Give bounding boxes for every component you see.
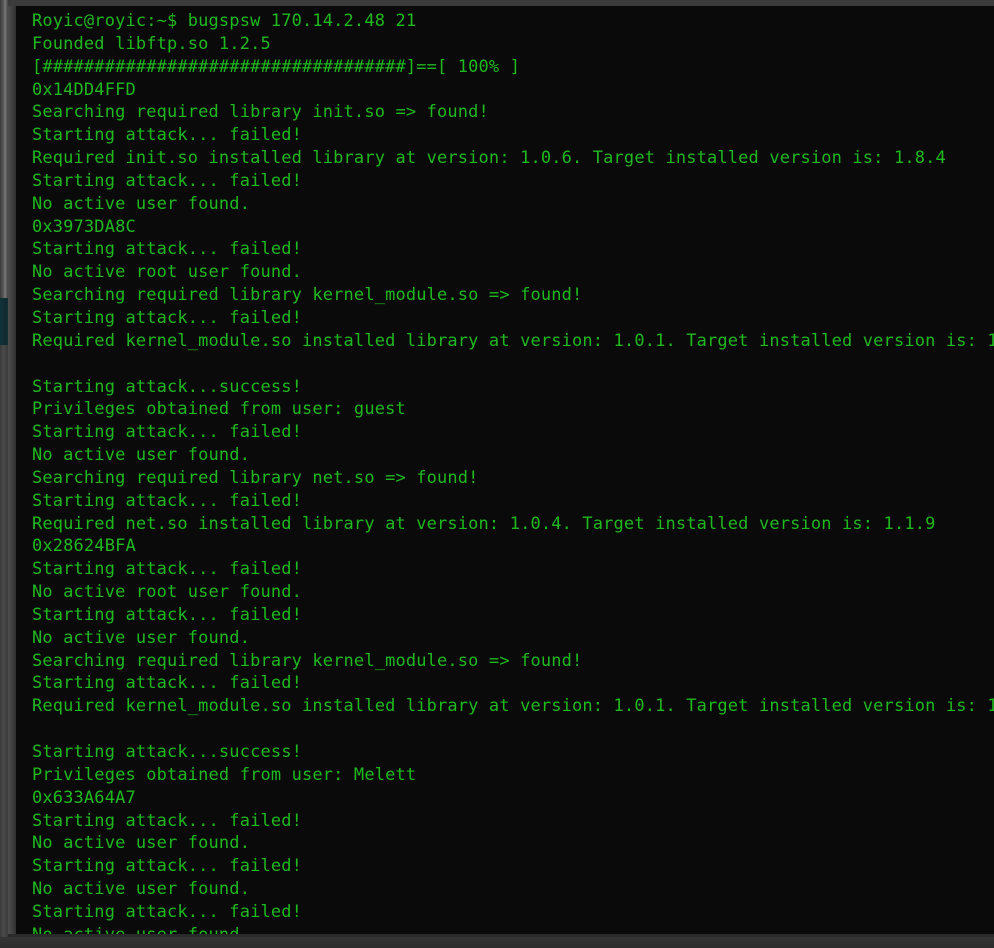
- terminal-line: No active user found.: [32, 193, 251, 214]
- terminal-line: Starting attack...success!: [32, 376, 303, 397]
- terminal-line: Searching required library kernel_module…: [32, 285, 583, 306]
- terminal-line: No active user found.: [32, 833, 251, 854]
- terminal-window[interactable]: Royic@royic:~$ bugspsw 170.14.2.48 21 Fou…: [8, 0, 994, 936]
- terminal-line: No active root user found.: [32, 262, 303, 283]
- desktop-background: Royic@royic:~$ bugspsw 170.14.2.48 21 Fou…: [0, 0, 994, 948]
- terminal-line: No active user found.: [32, 879, 251, 900]
- terminal-line: Privileges obtained from user: guest: [32, 399, 406, 420]
- terminal-line: No active user found.: [32, 924, 994, 934]
- terminal-line: No active user found.: [32, 445, 251, 466]
- terminal-line: Required kernel_module.so installed libr…: [32, 696, 994, 717]
- terminal-line: Required kernel_module.so installed libr…: [32, 330, 994, 351]
- terminal-line: No active root user found.: [32, 582, 303, 603]
- terminal-line: Founded libftp.so 1.2.5: [32, 33, 271, 54]
- terminal-line: Starting attack... failed!: [32, 604, 303, 625]
- terminal-screen[interactable]: Royic@royic:~$ bugspsw 170.14.2.48 21 Fou…: [16, 6, 994, 934]
- terminal-line: Searching required library net.so => fou…: [32, 467, 479, 488]
- terminal-line: Starting attack...success!: [32, 742, 303, 762]
- terminal-line: No active user found.: [32, 627, 251, 648]
- terminal-line: Privileges obtained from user: Melett: [32, 764, 417, 785]
- terminal-line: Starting attack... failed!: [32, 239, 303, 260]
- terminal-line: Starting attack... failed!: [32, 810, 303, 831]
- terminal-line: 0x633A64A7: [32, 787, 136, 808]
- terminal-line: Searching required library kernel_module…: [32, 650, 583, 671]
- terminal-line: [###################################]==[…: [32, 56, 521, 77]
- terminal-line: Starting attack... failed!: [32, 490, 303, 511]
- terminal-output: Royic@royic:~$ bugspsw 170.14.2.48 21 Fou…: [16, 6, 994, 934]
- terminal-line: Starting attack... failed!: [32, 422, 303, 443]
- terminal-line: Starting attack... failed!: [32, 856, 303, 877]
- terminal-line: Starting attack... failed!: [32, 673, 303, 694]
- terminal-line: Required init.so installed library at ve…: [32, 148, 946, 169]
- terminal-line: Royic@royic:~$ bugspsw 170.14.2.48 21: [32, 11, 417, 31]
- terminal-line: Required net.so installed library at ver…: [32, 513, 936, 534]
- terminal-line: Starting attack... failed!: [32, 559, 303, 580]
- terminal-window-left-border: [8, 6, 16, 936]
- terminal-line: Starting attack... failed!: [32, 901, 303, 922]
- terminal-line: Starting attack... failed!: [32, 125, 303, 146]
- terminal-line: Searching required library init.so => fo…: [32, 102, 489, 123]
- terminal-line: 0x28624BFA: [32, 536, 136, 557]
- terminal-line: Starting attack... failed!: [32, 170, 303, 191]
- terminal-line: 0x14DD4FFD: [32, 79, 136, 100]
- terminal-line: 0x3973DA8C: [32, 216, 136, 237]
- terminal-line: Starting attack... failed!: [32, 307, 303, 328]
- desktop-taskbar-strip: [0, 937, 994, 948]
